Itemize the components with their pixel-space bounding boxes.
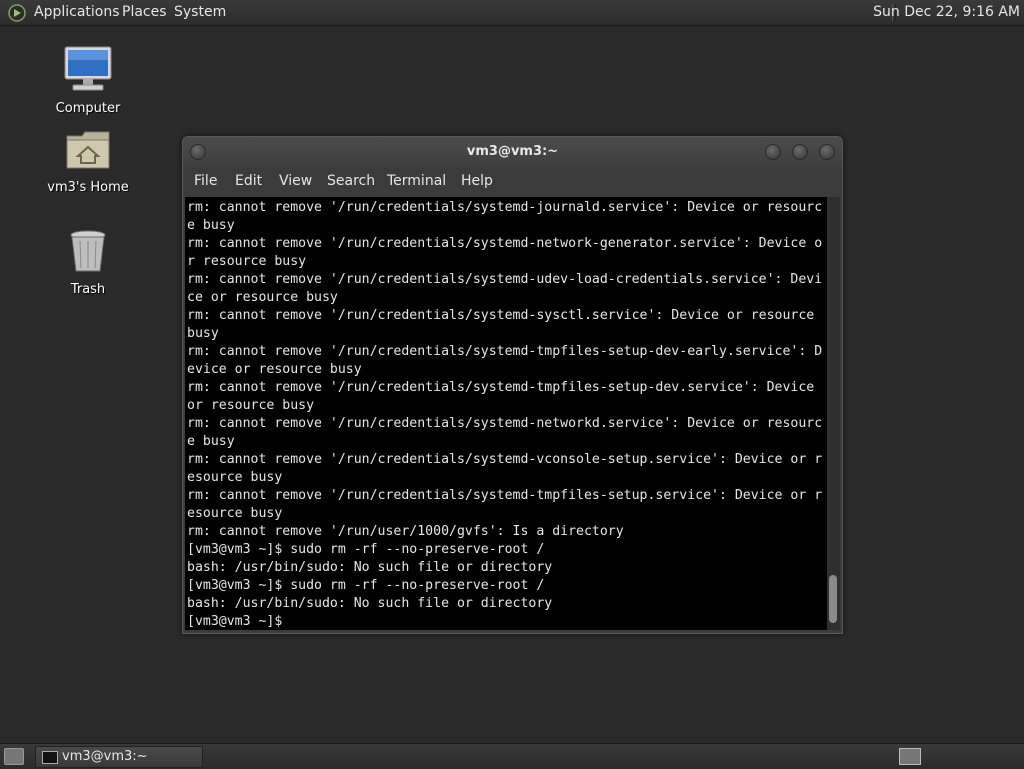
- terminal-line: rm: cannot remove '/run/user/1000/gvfs':…: [187, 524, 624, 539]
- scrollbar-thumb[interactable]: [829, 575, 837, 623]
- window-menubar: File Edit View Search Terminal Help: [183, 167, 842, 195]
- terminal-line: busy: [187, 326, 219, 341]
- terminal-line: rm: cannot remove '/run/credentials/syst…: [187, 488, 823, 503]
- applications-menu-icon[interactable]: [8, 4, 26, 22]
- minimize-icon[interactable]: [765, 144, 781, 160]
- terminal-line: [vm3@vm3 ~]$: [187, 614, 283, 629]
- desktop-icon-home[interactable]: vm3's Home: [38, 128, 138, 195]
- terminal-line: rm: cannot remove '/run/credentials/syst…: [187, 452, 823, 467]
- terminal-icon: [42, 751, 58, 764]
- menu-terminal[interactable]: Terminal: [387, 167, 446, 195]
- desktop-icon-computer[interactable]: Computer: [38, 45, 138, 116]
- taskbar-label: vm3@vm3:~: [62, 749, 148, 764]
- menu-view[interactable]: View: [279, 167, 312, 195]
- terminal-line: ce or resource busy: [187, 290, 338, 305]
- terminal-line: esource busy: [187, 506, 283, 521]
- terminal-line: rm: cannot remove '/run/credentials/syst…: [187, 308, 815, 323]
- terminal-line: rm: cannot remove '/run/credentials/syst…: [187, 272, 823, 287]
- home-folder-icon: [66, 131, 110, 169]
- bottom-panel: vm3@vm3:~: [0, 743, 1024, 769]
- terminal-line: bash: /usr/bin/sudo: No such file or dir…: [187, 596, 553, 611]
- terminal-line: rm: cannot remove '/run/credentials/syst…: [187, 200, 823, 215]
- maximize-icon[interactable]: [792, 144, 808, 160]
- terminal-scrollbar[interactable]: [827, 197, 840, 630]
- clock[interactable]: Sun Dec 22, 9:16 AM: [873, 0, 1020, 25]
- close-icon[interactable]: [819, 144, 835, 160]
- terminal-line: e busy: [187, 434, 235, 449]
- terminal-line: esource busy: [187, 470, 283, 485]
- computer-icon: [64, 46, 112, 91]
- menu-search[interactable]: Search: [327, 167, 375, 195]
- menu-file[interactable]: File: [194, 167, 217, 195]
- terminal-line: rm: cannot remove '/run/credentials/syst…: [187, 380, 815, 395]
- menu-help[interactable]: Help: [461, 167, 493, 195]
- terminal-line: rm: cannot remove '/run/credentials/syst…: [187, 236, 823, 251]
- taskbar-terminal-button[interactable]: vm3@vm3:~: [35, 746, 203, 768]
- terminal-line: [vm3@vm3 ~]$ sudo rm -rf --no-preserve-r…: [187, 578, 545, 593]
- system-menu[interactable]: System: [174, 0, 226, 25]
- window-title: vm3@vm3:~: [466, 144, 559, 159]
- terminal-line: bash: /usr/bin/sudo: No such file or dir…: [187, 560, 553, 575]
- desktop-icon-label: Trash: [70, 282, 106, 297]
- terminal-window[interactable]: vm3@vm3:~ File Edit View Search Terminal…: [182, 136, 843, 634]
- terminal-line: rm: cannot remove '/run/credentials/syst…: [187, 416, 823, 431]
- desktop-icon-trash[interactable]: Trash: [38, 228, 138, 297]
- show-desktop-icon[interactable]: [4, 748, 24, 765]
- terminal-line: [vm3@vm3 ~]$ sudo rm -rf --no-preserve-r…: [187, 542, 545, 557]
- terminal-line: evice or resource busy: [187, 362, 362, 377]
- terminal-output[interactable]: rm: cannot remove '/run/credentials/syst…: [185, 197, 827, 630]
- terminal-line: rm: cannot remove '/run/credentials/syst…: [187, 344, 823, 359]
- desktop-icon-label: Computer: [55, 101, 121, 116]
- menu-edit[interactable]: Edit: [235, 167, 262, 195]
- terminal-line: r resource busy: [187, 254, 307, 269]
- top-panel: Applications Places System Sun Dec 22, 9…: [0, 0, 1024, 26]
- terminal-line: e busy: [187, 218, 235, 233]
- trash-icon: [70, 230, 106, 272]
- desktop-icon-label: vm3's Home: [47, 180, 129, 195]
- terminal-line: or resource busy: [187, 398, 315, 413]
- workspace-switcher-icon[interactable]: [899, 748, 921, 765]
- applications-menu[interactable]: Applications: [34, 0, 120, 25]
- places-menu[interactable]: Places: [122, 0, 167, 25]
- window-titlebar[interactable]: vm3@vm3:~: [183, 137, 842, 167]
